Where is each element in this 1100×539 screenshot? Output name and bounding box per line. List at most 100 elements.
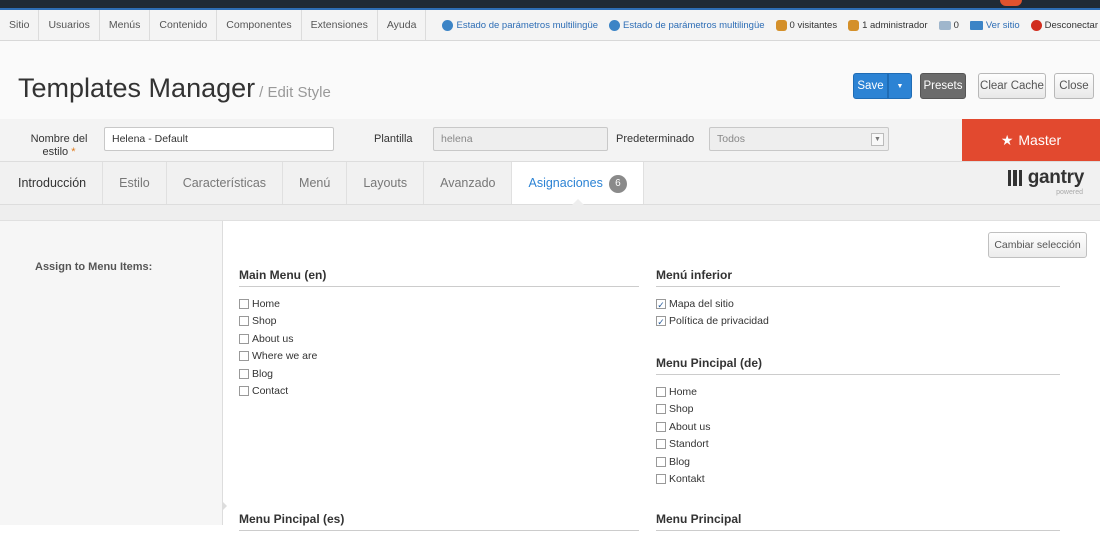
checkbox-unchecked[interactable] [656, 421, 666, 432]
presets-button[interactable]: Presets [920, 73, 966, 99]
style-name-input[interactable]: Helena - Default [104, 127, 334, 151]
multilingual-status-link[interactable]: Estado de parámetros multilingüe [442, 19, 599, 31]
menu-group: Menú inferior ✓ Mapa del sitio ✓ Política de… [656, 268, 1060, 330]
status-label: Estado de parámetros multilingüe [456, 19, 599, 31]
menu-item-componentes[interactable]: Componentes [217, 10, 302, 40]
tab-caracteristicas[interactable]: Características [167, 162, 284, 204]
page-title-text: Templates Manager [18, 73, 256, 103]
joomla-logo-icon [1000, 0, 1022, 6]
menu-item-menus[interactable]: Menús [100, 10, 151, 40]
menu-item-label: Kontakt [669, 473, 705, 486]
checkbox-unchecked[interactable] [656, 404, 666, 415]
checkbox-checked[interactable]: ✓ [656, 298, 666, 310]
power-icon [1030, 19, 1042, 31]
default-select[interactable]: Todos ▼ [709, 127, 889, 151]
assign-sidebar: Assign to Menu Items: [0, 221, 223, 525]
visitors-count[interactable]: 0 visitantes [775, 19, 838, 31]
menu-item-label: Blog [252, 367, 274, 380]
checkbox-unchecked[interactable] [239, 298, 249, 309]
divider-strip [0, 205, 1100, 221]
menu-item-label: Blog [669, 455, 691, 468]
messages-count[interactable]: 0 [938, 19, 959, 31]
checkbox-unchecked[interactable] [656, 456, 666, 467]
clear-cache-button[interactable]: Clear Cache [978, 73, 1046, 99]
checkbox-checked[interactable]: ✓ [656, 316, 666, 327]
menu-item-checkbox-row[interactable]: Home [239, 295, 639, 313]
menu-group-title: Menu Pincipal (de) [656, 356, 1060, 375]
building-icon [1007, 170, 1022, 186]
checkbox-unchecked[interactable] [239, 386, 249, 397]
tab-asignaciones[interactable]: Asignaciones 6 [512, 162, 644, 205]
tab-introduccion[interactable]: Introducción [0, 162, 104, 204]
globe-icon [442, 19, 454, 31]
default-label: Predeterminado [616, 133, 695, 145]
logout-link[interactable]: Desconectar [1030, 19, 1098, 31]
mail-icon [938, 20, 951, 30]
close-button[interactable]: Close [1054, 73, 1094, 99]
gantry-logo-text: gantry [1027, 167, 1085, 188]
star-icon: ★ [1000, 131, 1014, 148]
menu-item-checkbox-row[interactable]: Standort [656, 436, 1060, 454]
menu-item-checkbox-row[interactable]: ✓ Mapa del sitio [656, 295, 1060, 313]
checkbox-unchecked[interactable] [239, 333, 249, 344]
checkbox-unchecked[interactable] [239, 351, 249, 362]
page-title: Templates Manager / Edit Style [18, 73, 331, 104]
checkbox-unchecked[interactable] [656, 386, 666, 397]
master-label: Master [1018, 132, 1062, 148]
view-site-link[interactable]: Ver sitio [969, 19, 1020, 31]
checkbox-unchecked[interactable] [656, 439, 666, 450]
change-selection-button[interactable]: Cambiar selección [988, 232, 1087, 258]
menu-group: Menu Principal [656, 512, 1060, 539]
menu-group-title: Menu Pincipal (es) [239, 512, 639, 531]
menu-item-checkbox-row[interactable]: Shop [239, 313, 639, 331]
template-label: Plantilla [374, 133, 413, 145]
menu-item-checkbox-row[interactable]: Blog [656, 453, 1060, 471]
menu-group-title: Menú inferior [656, 268, 1060, 287]
menu-item-usuarios[interactable]: Usuarios [39, 10, 100, 40]
menu-item-contenido[interactable]: Contenido [150, 10, 218, 40]
menu-item-checkbox-row[interactable]: Home [656, 383, 1060, 401]
tab-estilo[interactable]: Estilo [103, 162, 167, 204]
menu-item-checkbox-row[interactable]: Kontakt [656, 471, 1060, 489]
menu-item-label: Shop [252, 315, 277, 328]
menu-item-ayuda[interactable]: Ayuda [378, 10, 427, 40]
master-button[interactable]: ★ Master [962, 119, 1100, 161]
menu-group: Menu Pincipal (de) Home Shop About us Stando… [656, 356, 1060, 488]
menu-item-checkbox-row[interactable]: About us [656, 418, 1060, 436]
menu-item-extensiones[interactable]: Extensiones [302, 10, 378, 40]
menu-item-checkbox-row[interactable]: About us [239, 330, 639, 348]
gantry-powered-text: powered [1056, 189, 1083, 196]
checkbox-unchecked[interactable] [656, 474, 666, 485]
tab-avanzado[interactable]: Avanzado [424, 162, 513, 204]
admin-menu-bar: Sitio Usuarios Menús Contenido Component… [0, 10, 1100, 41]
menu-item-checkbox-row[interactable]: ✓ Política de privacidad [656, 313, 1060, 331]
status-label: 1 administrador [862, 19, 928, 31]
save-dropdown-button[interactable]: ▼ [888, 73, 912, 99]
menu-item-checkbox-row[interactable]: Shop [656, 401, 1060, 419]
default-select-value: Todos [717, 133, 746, 145]
menu-item-label: Política de privacidad [669, 315, 769, 328]
tab-layouts[interactable]: Layouts [347, 162, 425, 204]
menu-item-sitio[interactable]: Sitio [0, 10, 40, 40]
gantry-logo: gantry powered [1007, 167, 1085, 196]
status-area: Estado de parámetros multilingüe Estado … [442, 10, 1100, 40]
menu-group-title: Main Menu (en) [239, 268, 639, 287]
status-label: Estado de parámetros multilingüe [623, 19, 765, 31]
tab-menu[interactable]: Menú [283, 162, 348, 204]
status-label: 0 visitantes [789, 19, 838, 31]
page-subtitle: / Edit Style [259, 84, 331, 101]
style-fields-bar: Nombre del estilo * Helena - Default Pla… [0, 119, 1100, 162]
status-label: Ver sitio [985, 19, 1020, 31]
checkbox-unchecked[interactable] [239, 368, 249, 379]
save-button[interactable]: Save [853, 73, 888, 99]
style-name-label: Nombre del estilo * [24, 133, 94, 159]
status-label: 0 [953, 19, 959, 31]
checkbox-unchecked[interactable] [239, 316, 249, 327]
admins-count[interactable]: 1 administrador [848, 19, 928, 31]
menu-item-checkbox-row[interactable]: Blog [239, 365, 639, 383]
style-name-label-text: Nombre del estilo [30, 133, 88, 158]
menu-item-checkbox-row[interactable]: Where we are [239, 348, 639, 366]
menu-item-checkbox-row[interactable]: Contact [239, 383, 639, 401]
multilingual-status-link-2[interactable]: Estado de parámetros multilingüe [609, 19, 765, 31]
menu-group: Main Menu (en) Home Shop About us Where we a… [239, 268, 639, 400]
